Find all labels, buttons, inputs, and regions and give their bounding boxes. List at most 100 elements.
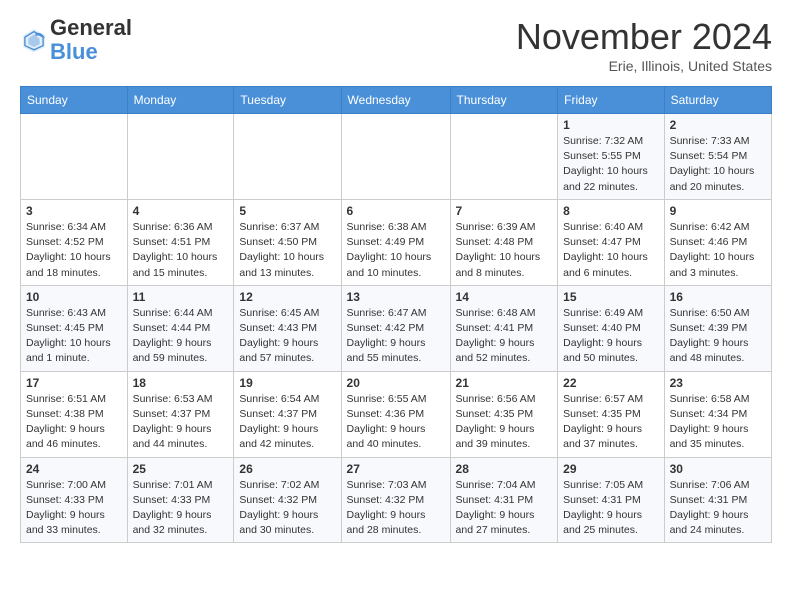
table-row: 27 Sunrise: 7:03 AM Sunset: 4:32 PM Dayli… (341, 457, 450, 543)
table-row (127, 114, 234, 200)
day-number: 9 (670, 204, 766, 218)
day-number: 8 (563, 204, 658, 218)
day-info: Sunrise: 6:48 AM Sunset: 4:41 PM Dayligh… (456, 306, 553, 367)
table-row: 22 Sunrise: 6:57 AM Sunset: 4:35 PM Dayli… (558, 371, 664, 457)
day-info: Sunrise: 7:05 AM Sunset: 4:31 PM Dayligh… (563, 478, 658, 539)
day-info: Sunrise: 7:03 AM Sunset: 4:32 PM Dayligh… (347, 478, 445, 539)
day-info: Sunrise: 6:36 AM Sunset: 4:51 PM Dayligh… (133, 220, 229, 281)
day-number: 14 (456, 290, 553, 304)
day-number: 21 (456, 376, 553, 390)
table-row: 2 Sunrise: 7:33 AM Sunset: 5:54 PM Daylig… (664, 114, 771, 200)
col-saturday: Saturday (664, 87, 771, 114)
day-info: Sunrise: 7:01 AM Sunset: 4:33 PM Dayligh… (133, 478, 229, 539)
day-info: Sunrise: 6:50 AM Sunset: 4:39 PM Dayligh… (670, 306, 766, 367)
day-number: 17 (26, 376, 122, 390)
day-number: 4 (133, 204, 229, 218)
day-number: 15 (563, 290, 658, 304)
day-number: 11 (133, 290, 229, 304)
table-row (341, 114, 450, 200)
day-info: Sunrise: 6:56 AM Sunset: 4:35 PM Dayligh… (456, 392, 553, 453)
table-row: 19 Sunrise: 6:54 AM Sunset: 4:37 PM Dayli… (234, 371, 341, 457)
logo-icon (20, 26, 48, 54)
day-info: Sunrise: 6:57 AM Sunset: 4:35 PM Dayligh… (563, 392, 658, 453)
title-block: November 2024 Erie, Illinois, United Sta… (516, 16, 772, 74)
table-row: 10 Sunrise: 6:43 AM Sunset: 4:45 PM Dayli… (21, 285, 128, 371)
col-thursday: Thursday (450, 87, 558, 114)
day-info: Sunrise: 7:00 AM Sunset: 4:33 PM Dayligh… (26, 478, 122, 539)
day-info: Sunrise: 6:54 AM Sunset: 4:37 PM Dayligh… (239, 392, 335, 453)
day-info: Sunrise: 6:40 AM Sunset: 4:47 PM Dayligh… (563, 220, 658, 281)
calendar-header-row: Sunday Monday Tuesday Wednesday Thursday… (21, 87, 772, 114)
day-number: 13 (347, 290, 445, 304)
day-info: Sunrise: 6:58 AM Sunset: 4:34 PM Dayligh… (670, 392, 766, 453)
day-number: 22 (563, 376, 658, 390)
day-info: Sunrise: 7:06 AM Sunset: 4:31 PM Dayligh… (670, 478, 766, 539)
day-info: Sunrise: 6:34 AM Sunset: 4:52 PM Dayligh… (26, 220, 122, 281)
day-number: 29 (563, 462, 658, 476)
day-number: 3 (26, 204, 122, 218)
table-row: 6Sunrise: 6:38 AM Sunset: 4:49 PM Daylig… (341, 199, 450, 285)
logo-blue-text: Blue (50, 39, 98, 64)
day-number: 27 (347, 462, 445, 476)
day-info: Sunrise: 6:53 AM Sunset: 4:37 PM Dayligh… (133, 392, 229, 453)
day-number: 5 (239, 204, 335, 218)
day-number: 10 (26, 290, 122, 304)
table-row: 12 Sunrise: 6:45 AM Sunset: 4:43 PM Dayli… (234, 285, 341, 371)
table-row: 29 Sunrise: 7:05 AM Sunset: 4:31 PM Dayli… (558, 457, 664, 543)
calendar-week-row: 17 Sunrise: 6:51 AM Sunset: 4:38 PM Dayli… (21, 371, 772, 457)
day-info: Sunrise: 7:02 AM Sunset: 4:32 PM Dayligh… (239, 478, 335, 539)
logo-general-text: General (50, 15, 132, 40)
table-row: 4 Sunrise: 6:36 AM Sunset: 4:51 PM Daylig… (127, 199, 234, 285)
table-row: 7Sunrise: 6:39 AM Sunset: 4:48 PM Daylig… (450, 199, 558, 285)
day-info: Sunrise: 6:43 AM Sunset: 4:45 PM Dayligh… (26, 306, 122, 367)
table-row: 9Sunrise: 6:42 AM Sunset: 4:46 PM Daylig… (664, 199, 771, 285)
day-number: 2 (670, 118, 766, 132)
table-row: 8 Sunrise: 6:40 AM Sunset: 4:47 PM Daylig… (558, 199, 664, 285)
table-row: 3 Sunrise: 6:34 AM Sunset: 4:52 PM Daylig… (21, 199, 128, 285)
table-row (21, 114, 128, 200)
day-info: Sunrise: 6:55 AM Sunset: 4:36 PM Dayligh… (347, 392, 445, 453)
table-row (234, 114, 341, 200)
calendar-week-row: 1Sunrise: 7:32 AM Sunset: 5:55 PM Daylig… (21, 114, 772, 200)
day-number: 16 (670, 290, 766, 304)
day-info: Sunrise: 6:49 AM Sunset: 4:40 PM Dayligh… (563, 306, 658, 367)
calendar-week-row: 24Sunrise: 7:00 AM Sunset: 4:33 PM Dayli… (21, 457, 772, 543)
day-info: Sunrise: 6:51 AM Sunset: 4:38 PM Dayligh… (26, 392, 122, 453)
day-number: 7 (456, 204, 553, 218)
col-monday: Monday (127, 87, 234, 114)
table-row: 15 Sunrise: 6:49 AM Sunset: 4:40 PM Dayli… (558, 285, 664, 371)
table-row: 21 Sunrise: 6:56 AM Sunset: 4:35 PM Dayli… (450, 371, 558, 457)
day-number: 12 (239, 290, 335, 304)
table-row: 23Sunrise: 6:58 AM Sunset: 4:34 PM Dayli… (664, 371, 771, 457)
page: General Blue November 2024 Erie, Illinoi… (0, 0, 792, 559)
calendar-week-row: 3 Sunrise: 6:34 AM Sunset: 4:52 PM Daylig… (21, 199, 772, 285)
calendar-week-row: 10 Sunrise: 6:43 AM Sunset: 4:45 PM Dayli… (21, 285, 772, 371)
table-row: 20 Sunrise: 6:55 AM Sunset: 4:36 PM Dayli… (341, 371, 450, 457)
day-number: 20 (347, 376, 445, 390)
table-row: 5 Sunrise: 6:37 AM Sunset: 4:50 PM Daylig… (234, 199, 341, 285)
day-info: Sunrise: 7:33 AM Sunset: 5:54 PM Dayligh… (670, 134, 766, 195)
col-sunday: Sunday (21, 87, 128, 114)
day-info: Sunrise: 7:32 AM Sunset: 5:55 PM Dayligh… (563, 134, 658, 195)
table-row: 13Sunrise: 6:47 AM Sunset: 4:42 PM Dayli… (341, 285, 450, 371)
table-row: 18Sunrise: 6:53 AM Sunset: 4:37 PM Dayli… (127, 371, 234, 457)
table-row: 17 Sunrise: 6:51 AM Sunset: 4:38 PM Dayli… (21, 371, 128, 457)
table-row: 28Sunrise: 7:04 AM Sunset: 4:31 PM Dayli… (450, 457, 558, 543)
day-info: Sunrise: 6:38 AM Sunset: 4:49 PM Dayligh… (347, 220, 445, 281)
table-row: 16 Sunrise: 6:50 AM Sunset: 4:39 PM Dayli… (664, 285, 771, 371)
table-row: 30 Sunrise: 7:06 AM Sunset: 4:31 PM Dayli… (664, 457, 771, 543)
header: General Blue November 2024 Erie, Illinoi… (20, 16, 772, 74)
table-row: 25Sunrise: 7:01 AM Sunset: 4:33 PM Dayli… (127, 457, 234, 543)
col-friday: Friday (558, 87, 664, 114)
table-row: 26Sunrise: 7:02 AM Sunset: 4:32 PM Dayli… (234, 457, 341, 543)
day-info: Sunrise: 6:45 AM Sunset: 4:43 PM Dayligh… (239, 306, 335, 367)
day-number: 19 (239, 376, 335, 390)
day-number: 28 (456, 462, 553, 476)
logo: General Blue (20, 16, 132, 64)
day-number: 30 (670, 462, 766, 476)
col-wednesday: Wednesday (341, 87, 450, 114)
day-info: Sunrise: 6:44 AM Sunset: 4:44 PM Dayligh… (133, 306, 229, 367)
table-row: 1Sunrise: 7:32 AM Sunset: 5:55 PM Daylig… (558, 114, 664, 200)
day-info: Sunrise: 6:37 AM Sunset: 4:50 PM Dayligh… (239, 220, 335, 281)
calendar-table: Sunday Monday Tuesday Wednesday Thursday… (20, 86, 772, 543)
